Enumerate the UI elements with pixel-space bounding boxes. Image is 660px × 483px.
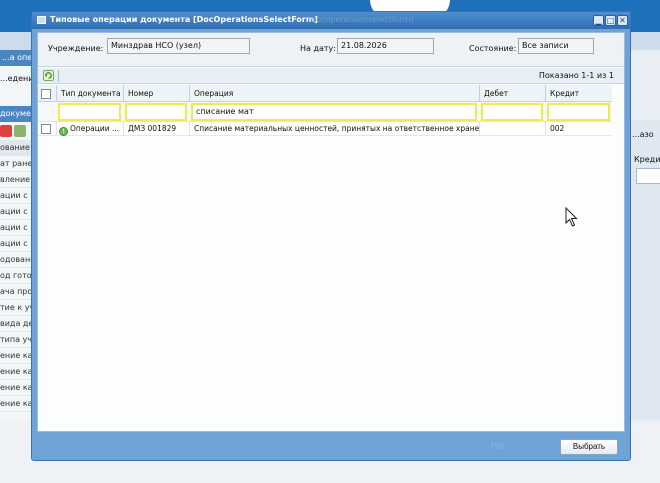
cell-doc-type: ! Операции ... (56, 122, 123, 136)
column-credit[interactable]: Кредит (545, 85, 612, 102)
background-list-header: документ (0, 106, 35, 122)
close-icon[interactable]: ✕ (617, 15, 628, 26)
column-number[interactable]: Номер (123, 85, 189, 102)
background-list-item[interactable]: ение кап (0, 364, 35, 380)
mouse-cursor-icon (565, 207, 578, 227)
operations-select-dialog: Типовые операции документа [DocOperation… (31, 11, 631, 461)
background-list-item[interactable]: вление с (0, 172, 35, 188)
state-field[interactable]: Все записи (518, 38, 594, 54)
background-list-item[interactable]: ации с НП (0, 236, 35, 252)
column-debit[interactable]: Дебет (479, 85, 545, 102)
table-row[interactable]: ! Операции ... ДМЗ 001829 Списание матери… (38, 122, 612, 136)
paging-info: Показано 1-1 из 1 (538, 71, 614, 80)
background-credit-label: Креди (634, 155, 660, 164)
background-panel-header: ...а операц (0, 50, 35, 66)
background-list: ование ат ранее вление с ации с м ации с… (0, 140, 35, 412)
toolbar-separator (58, 70, 59, 82)
background-list-item[interactable]: ение кап (0, 380, 35, 396)
institution-field[interactable]: Минздрав НСО (узел) (107, 38, 250, 54)
background-list-item[interactable]: ат ранее (0, 156, 35, 172)
dialog-title-ghost: (docoperationsselectform) (308, 15, 414, 24)
background-credit-input[interactable] (636, 168, 660, 184)
column-operation[interactable]: Операция (189, 85, 479, 102)
background-right-panel: ...азо Креди (630, 120, 660, 420)
dialog-title: Типовые операции документа [DocOperation… (50, 15, 318, 24)
filter-operation-input[interactable]: списание мат (191, 103, 477, 121)
column-doc-type[interactable]: Тип документа (56, 85, 123, 102)
background-list-item[interactable]: вида де (0, 316, 35, 332)
background-list-item[interactable]: одована (0, 252, 35, 268)
cell-doc-type-text: Операции ... (70, 124, 120, 133)
cell-credit: 002 (545, 122, 612, 136)
background-list-item[interactable]: ации с М3 (0, 220, 35, 236)
background-list-item[interactable]: ации с м (0, 188, 35, 204)
window-icon (37, 16, 46, 24)
date-field[interactable]: 21.08.2026 (337, 38, 434, 54)
background-list-item[interactable]: тие к уч (0, 300, 35, 316)
footer-ghost-count: 758 (489, 442, 505, 451)
background-list-item[interactable]: типа уч (0, 332, 35, 348)
select-all-checkbox[interactable] (41, 89, 51, 99)
cell-number: ДМЗ 001829 (123, 122, 189, 136)
state-label: Состояние: (469, 44, 517, 53)
background-list-item[interactable]: од готов (0, 268, 35, 284)
dialog-body: Учреждение: Минздрав НСО (узел) На дату:… (37, 32, 625, 432)
background-list-item[interactable]: ации с М3 (0, 204, 35, 220)
maximize-icon[interactable]: □ (605, 15, 616, 26)
grid-header: Тип документа Номер Операция Дебет Креди… (38, 85, 612, 102)
select-button[interactable]: Выбрать (560, 439, 618, 455)
filter-credit-input[interactable] (547, 103, 610, 121)
background-right-text: ...азо (632, 130, 654, 139)
filter-number-input[interactable] (125, 103, 187, 121)
background-list-item[interactable]: ение кап (0, 396, 35, 412)
background-list-item[interactable]: ача прод (0, 284, 35, 300)
cell-debit (479, 122, 545, 136)
background-list-item[interactable]: ование (0, 140, 35, 156)
row-checkbox[interactable] (41, 124, 51, 134)
operation-icon: ! (59, 127, 68, 136)
background-delete-icon[interactable] (0, 125, 12, 137)
filter-doc-type-input[interactable] (58, 103, 121, 121)
refresh-icon[interactable] (43, 70, 54, 81)
background-edit-icon[interactable] (14, 125, 26, 137)
cell-operation: Списание материальных ценностей, приняты… (189, 122, 479, 136)
institution-label: Учреждение: (48, 44, 104, 53)
background-list-toolbar (0, 122, 35, 140)
operations-grid: Тип документа Номер Операция Дебет Креди… (38, 85, 612, 136)
dialog-footer: 758 Выбрать (32, 433, 630, 461)
minimize-icon[interactable]: ▁ (593, 15, 604, 26)
filter-debit-input[interactable] (481, 103, 543, 121)
dialog-title-bar[interactable]: Типовые операции документа [DocOperation… (32, 12, 630, 29)
grid-filter-row: списание мат (38, 89, 612, 122)
background-field-label: ...едение: (0, 74, 35, 83)
background-list-item[interactable]: ение карт (0, 348, 35, 364)
date-label: На дату: (300, 44, 336, 53)
filter-panel: Учреждение: Минздрав НСО (узел) На дату:… (38, 33, 624, 67)
grid-toolbar: Показано 1-1 из 1 (38, 68, 624, 84)
